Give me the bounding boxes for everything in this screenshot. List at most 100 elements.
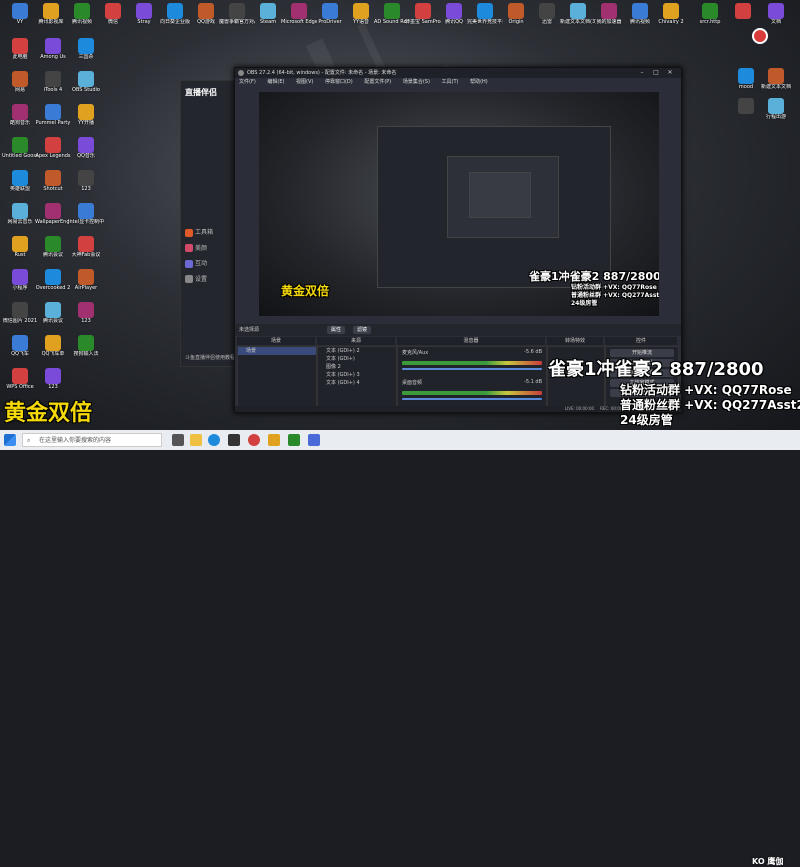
app-icon[interactable] — [308, 434, 320, 446]
task-view-icon[interactable] — [172, 434, 184, 446]
minimize-button[interactable]: – — [635, 68, 649, 78]
preview-gold-text: 黄金双倍 — [281, 284, 330, 298]
app-shortcut-icon — [45, 236, 61, 252]
obs-taskbar-icon[interactable] — [248, 434, 260, 446]
desktop-shortcut[interactable]: Intel显卡控制中心 — [68, 203, 104, 225]
menu-view[interactable]: 视图(V) — [296, 79, 313, 85]
menu-docks[interactable]: 停靠窗口(D) — [325, 79, 353, 85]
menu-scene-collection[interactable]: 场景集合(S) — [403, 79, 430, 85]
desktop-shortcut[interactable]: 网易云音乐 — [2, 203, 38, 225]
streamer-app-footer[interactable]: 斗鱼直播伴侣使用教程 — [181, 351, 239, 364]
source-item[interactable]: 文本 (GDI+) 2 — [318, 347, 396, 355]
source-item[interactable]: 文本 (GDI+) — [318, 355, 396, 363]
desktop-shortcut[interactable]: srcr.http — [692, 3, 728, 25]
mixer-track-level: -5.1 dB — [524, 379, 542, 385]
app-shortcut-icon — [105, 3, 121, 19]
app-icon[interactable] — [228, 434, 240, 446]
desktop-shortcut[interactable]: AirPlayer — [68, 269, 104, 291]
menu-edit[interactable]: 编辑(E) — [267, 79, 284, 85]
desktop-shortcut[interactable]: OBS Studio — [68, 71, 104, 93]
desktop-shortcut-label: 英雄联盟 — [9, 186, 30, 192]
source-item[interactable]: 文本 (GDI+) 4 — [318, 379, 396, 387]
app-shortcut-icon — [45, 137, 61, 153]
desktop-shortcut[interactable]: Pummel Party — [35, 104, 71, 126]
desktop-shortcut[interactable]: Overcooked 2 — [35, 269, 71, 291]
desktop-shortcut[interactable]: 酷狗音乐 — [2, 104, 38, 126]
desktop-shortcut[interactable]: Shotcut — [35, 170, 71, 192]
desktop-shortcut[interactable]: 此电脑 — [2, 38, 38, 60]
file-explorer-icon[interactable] — [190, 434, 202, 446]
maximize-button[interactable]: □ — [649, 68, 663, 78]
desktop-shortcut[interactable]: Among Us — [35, 38, 71, 60]
desktop-shortcut[interactable]: 微信图片 2021 — [2, 302, 38, 324]
app-shortcut-icon — [229, 3, 245, 19]
desktop-volume-slider[interactable] — [402, 398, 542, 400]
desktop-shortcut[interactable]: QQ飞车 — [2, 335, 38, 357]
promo-lines: 钻粉活动群 +VX: QQ77Rose 普通粉丝群 +VX: QQ277Asst… — [620, 383, 800, 428]
source-item[interactable]: 文本 (GDI+) 3 — [318, 371, 396, 379]
desktop-shortcut[interactable]: 123 — [68, 170, 104, 192]
desktop-shortcut[interactable]: 行程出游 — [758, 98, 794, 120]
app-shortcut-icon — [570, 3, 586, 19]
desktop-shortcut[interactable]: 123 — [68, 302, 104, 324]
filters-button[interactable]: 滤镜 — [353, 326, 372, 334]
source-item[interactable]: 图像 2 — [318, 363, 396, 371]
desktop-shortcut-label: 123 — [48, 384, 58, 390]
preview-promo: 钻粉活动群 +VX: QQ77Rose 普通粉丝群 +VX: QQ277Asst… — [571, 284, 659, 307]
scene-item[interactable]: 场景 — [238, 347, 316, 355]
app-icon[interactable] — [268, 434, 280, 446]
desktop-shortcut[interactable]: 搜狗输入法 — [68, 335, 104, 357]
app-shortcut-icon — [768, 98, 784, 114]
desktop-shortcut-label: 网易云音乐 — [7, 219, 33, 225]
desktop-shortcut[interactable]: Rust — [2, 236, 38, 258]
desktop-shortcut-label: 123 — [81, 318, 91, 324]
close-button[interactable]: ✕ — [663, 68, 677, 78]
desktop-shortcut[interactable]: 腾讯会议 — [35, 236, 71, 258]
menu-tools[interactable]: 工具(T) — [442, 79, 459, 85]
desktop-shortcut[interactable]: 123 — [35, 368, 71, 390]
menu-help[interactable]: 帮助(H) — [470, 79, 488, 85]
desktop-shortcut-label: Among Us — [40, 54, 66, 60]
desktop-shortcut[interactable]: 三国杀 — [68, 38, 104, 60]
desktop-shortcut-label: Chivalry 2 — [658, 19, 684, 25]
obs-titlebar[interactable]: OBS 27.2.4 (64-bit, windows) - 配置文件: 未命名… — [235, 68, 681, 78]
app-shortcut-icon — [353, 3, 369, 19]
desktop-shortcut[interactable]: QQ飞车单 — [35, 335, 71, 357]
obs-preview-canvas[interactable]: 黄金双倍 雀豪1冲雀豪2 887/2800 钻粉活动群 +VX: QQ77Ros… — [259, 92, 659, 316]
desktop-shortcut[interactable]: Untitled Goose Game — [2, 137, 38, 159]
desktop-shortcut[interactable]: 腾讯会议 — [35, 302, 71, 324]
mic-volume-slider[interactable] — [402, 368, 542, 370]
desktop-shortcut[interactable]: 英雄联盟 — [2, 170, 38, 192]
app-shortcut-icon — [12, 335, 28, 351]
desktop-shortcut[interactable]: iTools 4 — [35, 71, 71, 93]
desktop-shortcut[interactable]: Apex Legends — [35, 137, 71, 159]
edge-icon[interactable] — [208, 434, 220, 446]
desktop-shortcut[interactable]: WPS Office — [2, 368, 38, 390]
desktop-shortcut[interactable]: QQ音乐 — [68, 137, 104, 159]
desktop-shortcut-label: 网易 — [14, 87, 25, 93]
desktop-shortcut[interactable] — [725, 3, 761, 19]
desktop-shortcut[interactable]: WallpaperEngine — [35, 203, 71, 225]
desktop-shortcut-label: 文档 — [770, 19, 781, 25]
taskbar-search-input[interactable]: ⌕ 在这里输入你要搜索的内容 — [22, 433, 162, 447]
menu-profile[interactable]: 配置文件(P) — [364, 79, 391, 85]
app-shortcut-icon — [45, 38, 61, 54]
app-shortcut-icon — [539, 3, 555, 19]
desktop-shortcut[interactable]: 新建文本文档 — [758, 68, 794, 90]
desktop-shortcut[interactable]: 大神Fab会议 — [68, 236, 104, 258]
windows-start-icon[interactable] — [4, 434, 16, 446]
properties-button[interactable]: 属性 — [327, 326, 346, 334]
desktop-shortcut[interactable]: 文档 — [758, 3, 794, 25]
record-badge-icon[interactable] — [752, 28, 768, 44]
app-shortcut-icon — [322, 3, 338, 19]
wechat-icon[interactable] — [288, 434, 300, 446]
desktop-shortcut[interactable]: Chivalry 2 — [653, 3, 689, 25]
app-shortcut-icon — [12, 38, 28, 54]
desktop-shortcut-label: QQ飞车 — [11, 351, 29, 357]
desktop-shortcut[interactable]: YY开播 — [68, 104, 104, 126]
desktop-shortcut[interactable]: 小程序 — [2, 269, 38, 291]
desktop-shortcut[interactable]: 网易 — [2, 71, 38, 93]
menu-file[interactable]: 文件(F) — [239, 79, 256, 85]
app-shortcut-icon — [136, 3, 152, 19]
obs-statusbar: LIVE: 00:00:00 REC: 00:00:00 CPU: 1.3%, 30… — [235, 406, 681, 412]
